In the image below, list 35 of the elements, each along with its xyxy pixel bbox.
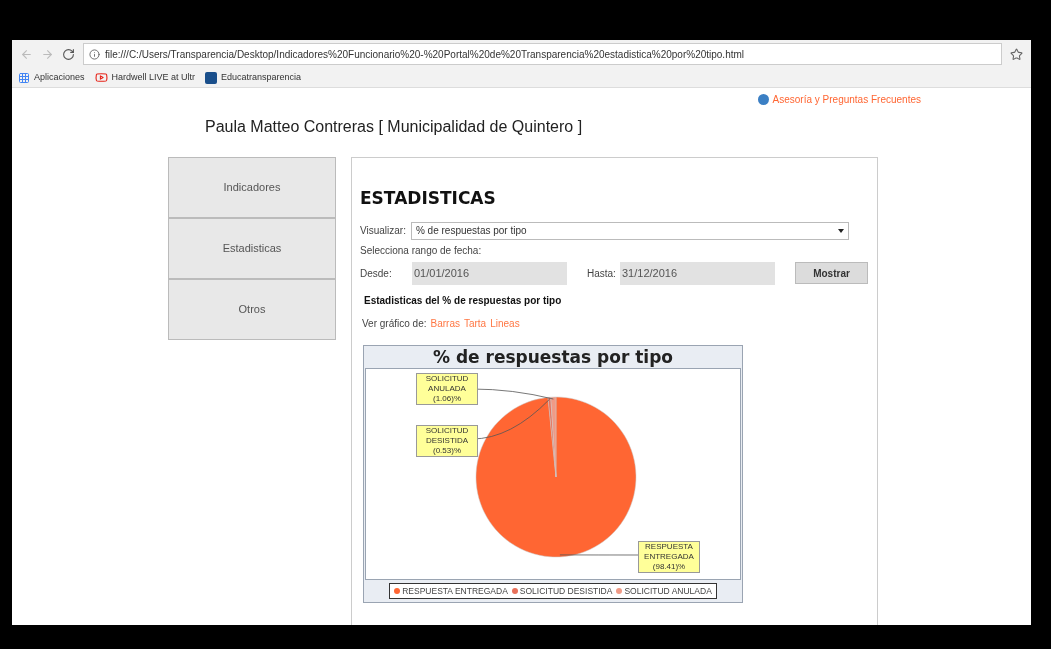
sidebar-item[interactable]: Indicadores [168, 157, 336, 218]
chart-title: % de respuestas por tipo [432, 345, 674, 368]
field-label: Hasta: [587, 266, 617, 281]
bookmark-star-icon[interactable] [1010, 47, 1023, 61]
address-bar[interactable]: file:///C:/Users/Transparencia/Desktop/Indicadores%20Funcionario%20-%20Portal%20de%20Transparencia%20estadistica%20por%20tipo.html [83, 43, 1002, 65]
show-button[interactable]: Mostrar [795, 262, 868, 284]
data-label: SOLICITUD ANULADA (1.06)% [416, 372, 478, 405]
apps-grid-icon [18, 71, 30, 84]
bookmark-link[interactable]: Hardwell LIVE at Ultr [94, 70, 196, 85]
sidebar-item[interactable]: Otros [168, 279, 336, 340]
date-field[interactable]: 01/01/2016 [412, 261, 567, 285]
site-logo-icon [205, 71, 218, 84]
date-field[interactable]: 31/12/2016 [620, 261, 775, 285]
legend-label: RESPUESTA ENTREGADA [402, 584, 508, 598]
info-icon [89, 48, 100, 60]
range-label: Selecciona rango de fecha: [360, 243, 483, 258]
data-label: SOLICITUD DESISTIDA (0.53)% [416, 424, 478, 457]
reload-icon[interactable] [62, 47, 75, 61]
select-field[interactable]: % de respuestas por tipo [410, 221, 849, 240]
dropdown-caret-icon [837, 228, 844, 233]
field-label: Visualizar: [360, 224, 406, 238]
section-heading: ESTADISTICAS [360, 187, 497, 210]
field-label: Desde: [360, 266, 393, 281]
url-text: file:///C:/Users/Transparencia/Desktop/Indicadores%20Funcionario%20-%20Portal%20de%20Transparencia%20estadistica%20por%20tipo.html [105, 47, 745, 62]
bookmark-link[interactable]: Educatransparencia [205, 70, 302, 85]
legend-label: SOLICITUD ANULADA [624, 584, 712, 598]
globe-icon [757, 94, 769, 105]
play-icon [94, 71, 108, 84]
chart-type-label: Ver gráfico de: [362, 316, 427, 331]
bookmark-link[interactable]: Aplicaciones [18, 70, 85, 85]
page-title: Paula Matteo Contreras [ Municipalidad de Quintero ] [205, 117, 584, 137]
data-label: RESPUESTA ENTREGADA (98.41)% [638, 540, 700, 573]
chart-subtitle: Estadisticas del % de respuestas por tipo [364, 293, 563, 308]
sidebar-item[interactable]: Estadisticas [168, 218, 336, 279]
legend-label: SOLICITUD DESISTIDA [519, 584, 613, 598]
